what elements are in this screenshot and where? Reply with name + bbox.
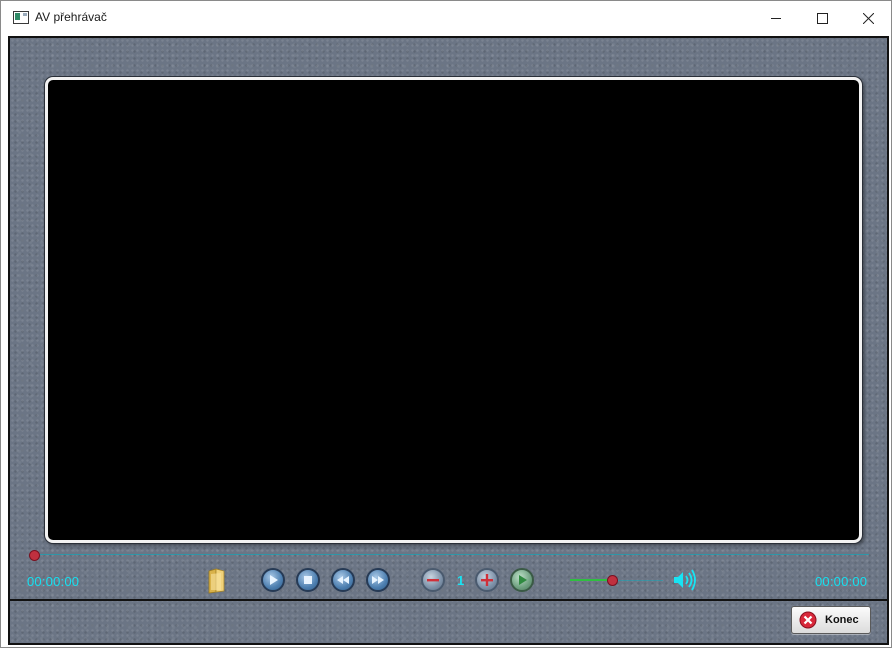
exit-button[interactable]: Konec xyxy=(791,606,871,634)
exit-button-label: Konec xyxy=(825,614,859,626)
open-file-button[interactable] xyxy=(207,568,227,594)
fast-forward-button[interactable] xyxy=(366,568,390,592)
speed-up-icon xyxy=(481,574,493,586)
stop-button[interactable] xyxy=(296,568,320,592)
speaker-icon xyxy=(674,569,696,591)
folder-icon xyxy=(208,568,225,594)
next-icon xyxy=(519,575,527,585)
footer-divider xyxy=(10,599,887,601)
speed-value: 1 xyxy=(457,573,465,588)
speed-down-button[interactable] xyxy=(421,568,445,592)
total-time: 00:00:00 xyxy=(815,574,868,589)
close-circle-icon xyxy=(799,611,817,629)
close-icon xyxy=(862,12,874,24)
close-button[interactable] xyxy=(845,1,891,35)
rewind-icon xyxy=(337,576,349,584)
seek-thumb[interactable] xyxy=(29,550,40,561)
rewind-button[interactable] xyxy=(331,568,355,592)
volume-fill xyxy=(570,579,612,581)
minimize-button[interactable] xyxy=(753,1,799,35)
app-icon xyxy=(13,11,29,24)
player-panel: 00:00:00 00:00:00 1 Konec xyxy=(8,36,889,645)
minimize-icon xyxy=(771,17,781,19)
stop-icon xyxy=(304,576,312,584)
volume-thumb[interactable] xyxy=(607,575,618,586)
maximize-icon xyxy=(816,12,828,24)
window-title: AV přehrávač xyxy=(35,10,107,24)
seek-bar[interactable] xyxy=(34,554,869,555)
play-button[interactable] xyxy=(261,568,285,592)
fast-forward-icon xyxy=(372,576,384,584)
elapsed-time: 00:00:00 xyxy=(27,574,80,589)
maximize-button[interactable] xyxy=(799,1,845,35)
speed-down-icon xyxy=(427,579,439,582)
mute-button[interactable] xyxy=(672,568,698,592)
video-display[interactable] xyxy=(45,77,862,543)
app-window: AV přehrávač 00:00:00 00:00:00 1 Konec xyxy=(0,0,892,648)
speed-up-button[interactable] xyxy=(475,568,499,592)
volume-track[interactable] xyxy=(613,580,663,581)
next-button[interactable] xyxy=(510,568,534,592)
play-icon xyxy=(270,575,278,585)
title-bar[interactable]: AV přehrávač xyxy=(1,1,891,35)
